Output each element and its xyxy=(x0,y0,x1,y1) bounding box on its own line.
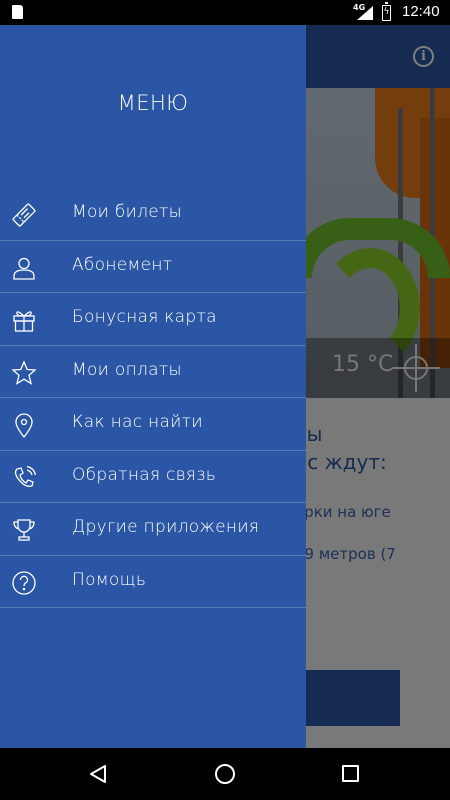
back-icon[interactable] xyxy=(88,764,108,784)
menu-item-label: Обратная связь xyxy=(72,464,217,485)
menu-item-label: Помощь xyxy=(72,569,147,590)
menu-item-feedback[interactable]: Обратная связь xyxy=(0,451,306,503)
gift-icon xyxy=(11,307,37,333)
battery-charging-icon: ϟ xyxy=(382,2,391,21)
system-nav-bar xyxy=(0,748,450,800)
drawer-title: МЕНЮ xyxy=(117,91,189,115)
navigation-drawer: МЕНЮ Мои билеты Абонемент Бонусная карта… xyxy=(0,25,306,748)
drawer-menu: Мои билеты Абонемент Бонусная карта Мои … xyxy=(0,188,306,608)
menu-item-label: Мои оплаты xyxy=(72,359,182,380)
phone-icon xyxy=(11,465,37,491)
sd-card-icon xyxy=(12,5,23,19)
status-bar: 4G ϟ 12:40 xyxy=(0,0,450,25)
menu-item-label: Абонемент xyxy=(72,254,173,275)
menu-item-label: Бонусная карта xyxy=(72,307,217,327)
menu-item-other-apps[interactable]: Другие приложения xyxy=(0,503,306,556)
menu-item-label: Другие приложения xyxy=(72,517,260,537)
signal-icon xyxy=(357,6,373,20)
trophy-icon xyxy=(11,517,37,543)
menu-item-find-us[interactable]: Как нас найти xyxy=(0,398,306,451)
menu-item-my-tickets[interactable]: Мои билеты xyxy=(0,188,306,241)
recents-icon[interactable] xyxy=(342,765,359,782)
menu-item-label: Мои билеты xyxy=(72,202,182,222)
ticket-icon xyxy=(11,202,37,228)
help-icon xyxy=(11,570,37,596)
person-icon xyxy=(11,255,37,281)
menu-item-subscription[interactable]: Абонемент xyxy=(0,241,306,293)
menu-item-my-payments[interactable]: Мои оплаты xyxy=(0,346,306,398)
star-icon xyxy=(11,359,37,386)
home-icon[interactable] xyxy=(215,764,235,784)
location-pin-icon xyxy=(11,412,37,439)
menu-item-bonus-card[interactable]: Бонусная карта xyxy=(0,293,306,346)
menu-item-help[interactable]: Помощь xyxy=(0,556,306,608)
clock: 12:40 xyxy=(402,3,440,20)
menu-item-label: Как нас найти xyxy=(72,412,203,432)
